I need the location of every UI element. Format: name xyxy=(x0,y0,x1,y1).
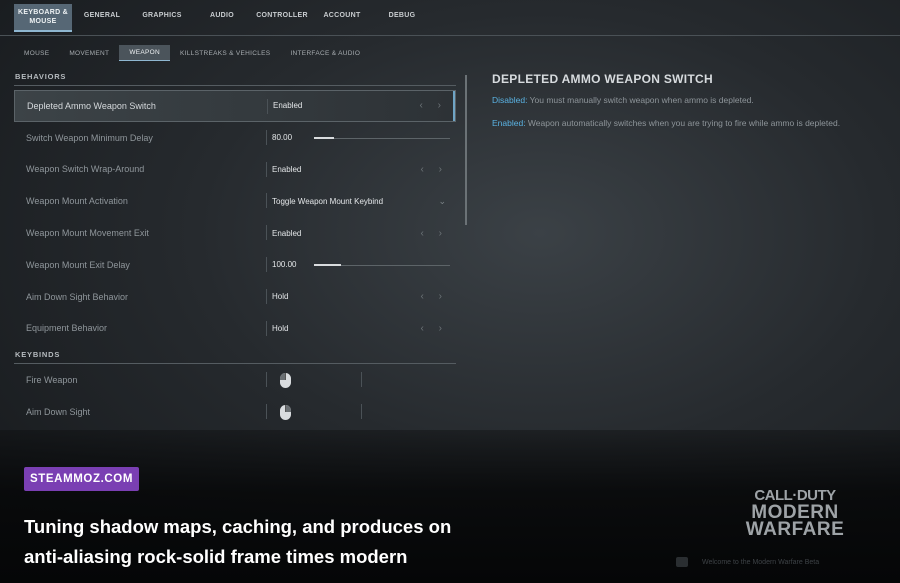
enabled-text: Weapon automatically switches when you a… xyxy=(525,118,841,128)
setting-label: Switch Weapon Minimum Delay xyxy=(26,132,153,143)
footer-icon xyxy=(676,557,688,567)
tab-general[interactable]: GENERAL xyxy=(72,0,132,30)
chevron-down-icon[interactable]: ⌄ xyxy=(438,196,446,207)
tab-graphics[interactable]: GRAPHICS xyxy=(132,0,192,30)
site-badge: STEAMMOZ.COM xyxy=(24,467,140,491)
divider xyxy=(267,99,268,114)
section-title-behaviors: BEHAVIORS xyxy=(14,72,456,86)
game-logo: CALL·DUTY MODERN WARFARE xyxy=(735,487,855,540)
setting-row-switch-weapon-min-delay[interactable]: Switch Weapon Minimum Delay 80.00 xyxy=(14,122,456,154)
disabled-text: You must manually switch weapon when amm… xyxy=(527,95,754,105)
divider xyxy=(361,372,362,388)
description-title: DEPLETED AMMO WEAPON SWITCH xyxy=(492,72,713,86)
setting-label: Weapon Mount Exit Delay xyxy=(26,259,130,270)
tab-audio[interactable]: AUDIO xyxy=(192,0,252,30)
keybind-row-aim-down-sight[interactable]: Aim Down Sight xyxy=(14,396,456,428)
divider xyxy=(266,320,267,336)
selection-accent xyxy=(453,91,455,121)
setting-value: Enabled xyxy=(272,164,302,174)
headline-line-1: Tuning shadow maps, caching, and produce… xyxy=(24,516,452,537)
setting-row-weapon-mount-movement-exit[interactable]: Weapon Mount Movement Exit Enabled ‹ › xyxy=(14,217,456,249)
divider xyxy=(266,372,267,388)
setting-row-weapon-switch-wrap-around[interactable]: Weapon Switch Wrap-Around Enabled ‹ › xyxy=(14,154,456,186)
tab-keyboard-mouse[interactable]: KEYBOARD & MOUSE xyxy=(14,4,72,32)
delay-slider[interactable] xyxy=(314,137,450,140)
subtab-interface-audio[interactable]: INTERFACE & AUDIO xyxy=(280,45,370,61)
headline-line-2: anti-aliasing rock-solid frame times mod… xyxy=(24,546,408,567)
divider xyxy=(266,256,267,272)
tab-controller[interactable]: CONTROLLER xyxy=(252,0,312,30)
setting-row-aim-down-sight-behavior[interactable]: Aim Down Sight Behavior Hold ‹ › xyxy=(14,281,456,313)
description-disabled: Disabled: You must manually switch weapo… xyxy=(492,95,862,106)
setting-row-depleted-ammo-switch[interactable]: Depleted Ammo Weapon Switch Enabled ‹ › xyxy=(14,90,456,122)
scrollbar[interactable] xyxy=(465,75,467,225)
setting-label: Depleted Ammo Weapon Switch xyxy=(27,100,156,111)
enabled-keyword: Enabled: xyxy=(492,118,526,128)
divider xyxy=(266,404,267,420)
divider xyxy=(266,288,267,304)
subtab-movement[interactable]: MOVEMENT xyxy=(59,45,119,61)
setting-row-weapon-mount-exit-delay[interactable]: Weapon Mount Exit Delay 100.00 xyxy=(14,249,456,281)
setting-value: 80.00 xyxy=(272,133,293,143)
tab-debug[interactable]: DEBUG xyxy=(372,0,432,30)
keybind-label: Fire Weapon xyxy=(26,375,78,386)
top-divider xyxy=(0,35,900,36)
setting-label: Weapon Mount Movement Exit xyxy=(26,228,149,239)
disabled-keyword: Disabled: xyxy=(492,95,528,105)
settings-panel: BEHAVIORS Depleted Ammo Weapon Switch En… xyxy=(14,72,456,428)
slider-fill xyxy=(314,137,335,140)
left-right-arrows-icon[interactable]: ‹ › xyxy=(421,323,448,334)
setting-value: Hold xyxy=(272,292,289,302)
section-title-keybinds: KEYBINDS xyxy=(14,350,456,365)
headline: Tuning shadow maps, caching, and produce… xyxy=(24,512,544,572)
setting-value: Toggle Weapon Mount Keybind xyxy=(272,196,384,206)
divider xyxy=(266,225,267,241)
top-tab-bar: KEYBOARD & MOUSE GENERAL GRAPHICS AUDIO … xyxy=(0,0,900,36)
left-right-arrows-icon[interactable]: ‹ › xyxy=(421,228,448,239)
divider xyxy=(266,129,267,145)
tab-account[interactable]: ACCOUNT xyxy=(312,0,372,30)
mouse-left-icon[interactable] xyxy=(280,373,291,389)
sub-tab-bar: MOUSE MOVEMENT WEAPON KILLSTREAKS & VEHI… xyxy=(14,45,370,61)
keybind-row-fire-weapon[interactable]: Fire Weapon xyxy=(14,364,456,396)
subtab-killstreaks-vehicles[interactable]: KILLSTREAKS & VEHICLES xyxy=(170,45,280,61)
left-right-arrows-icon[interactable]: ‹ › xyxy=(421,164,448,175)
description-enabled: Enabled: Weapon automatically switches w… xyxy=(492,118,862,129)
setting-label: Aim Down Sight Behavior xyxy=(26,291,129,302)
subtab-weapon[interactable]: WEAPON xyxy=(119,45,171,61)
logo-line-3: WARFARE xyxy=(745,519,845,540)
setting-label: Weapon Mount Activation xyxy=(26,196,128,207)
divider xyxy=(266,193,267,209)
setting-value: Hold xyxy=(272,323,289,333)
setting-label: Equipment Behavior xyxy=(26,323,108,334)
setting-value: Enabled xyxy=(273,101,303,111)
setting-row-equipment-behavior[interactable]: Equipment Behavior Hold ‹ › xyxy=(14,313,456,345)
description-panel: DEPLETED AMMO WEAPON SWITCH Disabled: Yo… xyxy=(492,72,862,141)
setting-label: Weapon Switch Wrap-Around xyxy=(26,164,145,175)
footer-message: Welcome to the Modern Warfare Beta xyxy=(702,559,820,566)
setting-row-weapon-mount-activation[interactable]: Weapon Mount Activation Toggle Weapon Mo… xyxy=(14,185,456,217)
setting-value: Enabled xyxy=(272,228,302,238)
divider xyxy=(361,404,362,420)
left-right-arrows-icon[interactable]: ‹ › xyxy=(420,100,447,111)
setting-value: 100.00 xyxy=(272,260,297,270)
slider-fill xyxy=(314,264,342,267)
delay-slider[interactable] xyxy=(314,264,450,267)
subtab-mouse[interactable]: MOUSE xyxy=(14,45,59,61)
divider xyxy=(266,161,267,177)
mouse-right-icon[interactable] xyxy=(280,405,291,421)
keybind-label: Aim Down Sight xyxy=(26,407,91,418)
left-right-arrows-icon[interactable]: ‹ › xyxy=(421,291,448,302)
